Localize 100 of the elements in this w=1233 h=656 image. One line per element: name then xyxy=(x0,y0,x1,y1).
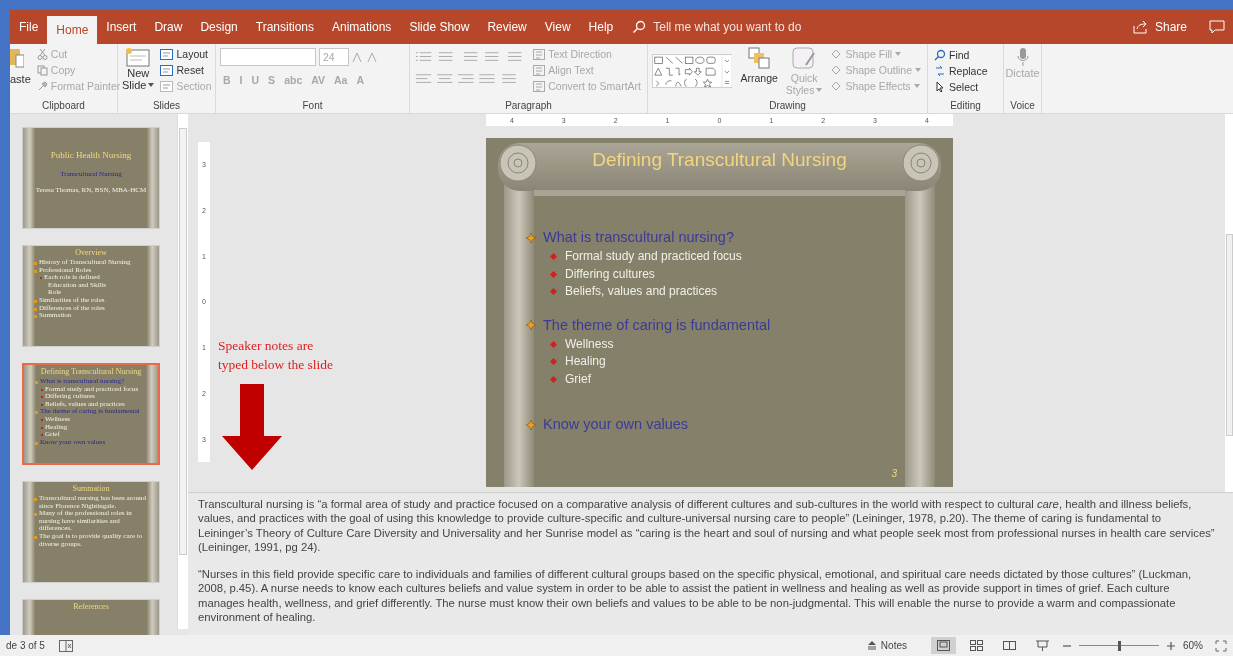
fit-to-window-icon[interactable] xyxy=(1215,639,1227,652)
slide-counter: de 3 of 5 xyxy=(6,640,45,651)
text-box-icon xyxy=(533,80,546,92)
bullet-icon xyxy=(550,340,557,348)
normal-view-icon xyxy=(937,640,950,651)
ribbon-command[interactable]: Layout xyxy=(158,47,214,61)
comment-icon[interactable] xyxy=(1209,20,1225,34)
scrollbar[interactable] xyxy=(177,114,188,629)
bullet-text: Wellness xyxy=(565,335,614,353)
caret-icon xyxy=(816,88,823,92)
group-label: Paragraph xyxy=(504,100,553,113)
bullet-icon xyxy=(550,270,557,278)
share-button[interactable]: Share xyxy=(1126,10,1193,44)
diamond-icon xyxy=(830,64,843,76)
ribbon-tab[interactable]: Slide Show xyxy=(400,10,479,44)
bullet-text: What is transcultural nursing? xyxy=(543,228,734,247)
pointer-icon xyxy=(934,81,946,93)
bullet-text: Grief xyxy=(565,370,591,388)
slide-thumbnail[interactable]: References xyxy=(22,599,160,635)
ribbon-tab[interactable]: Insert xyxy=(97,10,146,44)
slide-layout-icon xyxy=(160,48,174,60)
ribbon-tab[interactable]: Home xyxy=(47,16,98,44)
diamond-icon xyxy=(830,80,843,92)
text-box-icon xyxy=(533,64,546,76)
zoom-in-icon[interactable] xyxy=(1167,641,1175,650)
bullet-icon xyxy=(550,253,557,261)
thumbnail-title: Public Health Nursing xyxy=(49,150,133,160)
new-slide-button[interactable]: New Slide xyxy=(122,47,155,91)
thumbnail-title: Overview xyxy=(74,248,108,258)
scrollbar[interactable] xyxy=(1225,114,1233,492)
group-label: Voice xyxy=(1009,100,1036,113)
notes-paragraph: Transcultural nursing is “a formal area of study and practice focused on a comparative analysis of different cultures and sub-cultures in the world with respect to cultural care, health and illness beliefs, values, and practices with the goal of using this knowledge to provide culture-specific and culture-universal nursing care to people” (Leininger, 1978, p.20). The theme of caring is fundamental to Leininger’s Theory of Culture Care Diversity and Universality and her Sunrise model as “caring is the heart and soul of nursing and what people seek most from professional nurses in health care services” (Leininger, 1991, pg 24). xyxy=(198,497,1216,555)
grid-view-icon xyxy=(970,640,983,651)
bullet-icon xyxy=(550,375,557,383)
bullet-icon xyxy=(526,419,536,430)
arrange-button[interactable]: Arrange xyxy=(738,71,780,85)
slide-thumbnail[interactable] xyxy=(22,363,160,465)
group-label: Editing xyxy=(949,100,982,113)
bullet-icon xyxy=(550,288,557,296)
text-box-icon xyxy=(533,48,546,60)
group-label: Clipboard xyxy=(41,100,86,113)
ribbon-tab[interactable]: Review xyxy=(478,10,536,44)
annotation-text: Speaker notes are typed below the slide xyxy=(218,337,335,374)
bullet-icon xyxy=(526,320,536,330)
bullet-text: Know your own values xyxy=(543,415,689,434)
microphone-icon xyxy=(1016,47,1029,67)
new-slide-icon xyxy=(125,47,152,67)
slide-layout-icon xyxy=(160,64,174,76)
zoom-level[interactable]: 60% xyxy=(1183,640,1203,651)
group-label: Font xyxy=(301,100,324,113)
replace-icon xyxy=(934,65,946,77)
thumbnail-title: Defining Transcultural Nursing xyxy=(39,367,143,377)
ribbon-tab[interactable]: View xyxy=(535,10,580,44)
bullet-text: Healing xyxy=(565,353,606,370)
search-icon xyxy=(632,20,647,34)
paintbrush-icon xyxy=(36,80,48,92)
ribbon-command[interactable]: Find xyxy=(932,48,999,62)
ribbon-command[interactable]: Replace xyxy=(932,64,999,78)
scissors-icon xyxy=(36,48,48,60)
group-label: Drawing xyxy=(768,100,807,113)
notes-paragraph: “Nurses in this field provide specific care to individuals and families of different cultural groups based on the specific physical, emotional, and spiritual care needs dictated by those cultures” (Luckman, 2008, p.45). A nurse needs to know each cultures beliefs and value system in order to be able to assist the patient in wellness and healing as well as provide support in times of grief. Each culture manages health, wellness, and grief differently. The nurse must know their own beliefs and values to be able to be non-judgmental. This will enable the nurse to provide a warm and compassionate environment of healing. xyxy=(198,567,1193,625)
bullet-text: The theme of caring is fundamental xyxy=(543,315,771,335)
paste-button[interactable]: aste xyxy=(10,47,31,85)
notes-button[interactable]: Notes xyxy=(860,639,913,652)
bullet-text: Formal study and practiced focus xyxy=(565,248,742,265)
ribbon-tab[interactable]: Transitions xyxy=(246,10,323,44)
ribbon-tab[interactable]: Help xyxy=(579,10,623,44)
spelling-icon[interactable] xyxy=(58,639,73,652)
diamond-icon xyxy=(830,48,843,60)
bullet-icon xyxy=(526,232,536,243)
font-name-field[interactable] xyxy=(220,48,316,66)
slider-thumb[interactable] xyxy=(1118,640,1121,651)
quick-styles-icon xyxy=(792,47,817,69)
caret-icon xyxy=(895,52,902,56)
thumbnail-title: References xyxy=(72,602,110,612)
ribbon-tab[interactable]: Draw xyxy=(145,10,192,44)
notes-icon xyxy=(866,641,877,650)
ribbon-tab[interactable]: File xyxy=(10,10,48,44)
slide-title: Defining Transcultural Nursing xyxy=(591,148,848,171)
view-button[interactable] xyxy=(931,637,956,654)
tell-me-field[interactable]: Tell me what you want to do xyxy=(651,19,856,35)
arrange-icon xyxy=(748,47,771,69)
thumbnail-title: Summation xyxy=(71,484,111,494)
bullet-icon xyxy=(550,358,557,366)
bullet-text: Beliefs, values and practices xyxy=(565,283,718,300)
search-icon xyxy=(934,49,946,61)
slide-thumbnail[interactable] xyxy=(22,481,160,583)
ribbon-tab[interactable]: Animations xyxy=(323,10,401,44)
caret-icon xyxy=(915,68,921,72)
caret-icon xyxy=(913,84,920,88)
ribbon-tab[interactable]: Design xyxy=(191,10,247,44)
book-view-icon xyxy=(1003,640,1016,651)
slide-layout-icon xyxy=(160,80,174,92)
share-icon xyxy=(1132,20,1149,34)
slide-number: 3 xyxy=(891,468,897,479)
projector-screen-icon xyxy=(1036,640,1049,651)
ribbon-command[interactable]: Reset xyxy=(158,63,214,77)
ribbon-command[interactable]: Select xyxy=(932,80,999,94)
caret-icon xyxy=(148,83,155,87)
group-label: Slides xyxy=(151,100,182,113)
